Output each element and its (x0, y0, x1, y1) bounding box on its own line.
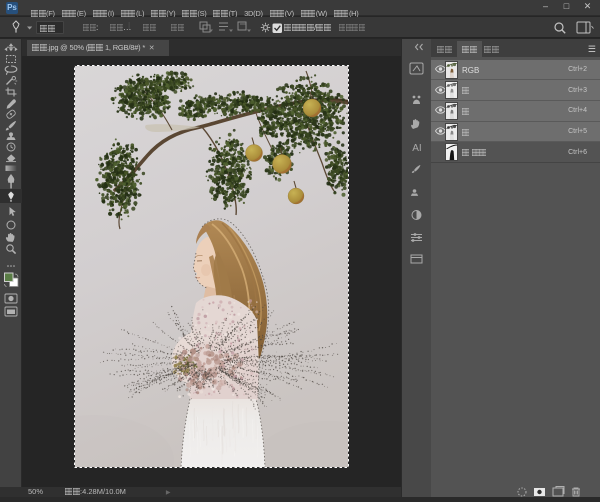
svg-text:T: T (8, 181, 14, 192)
